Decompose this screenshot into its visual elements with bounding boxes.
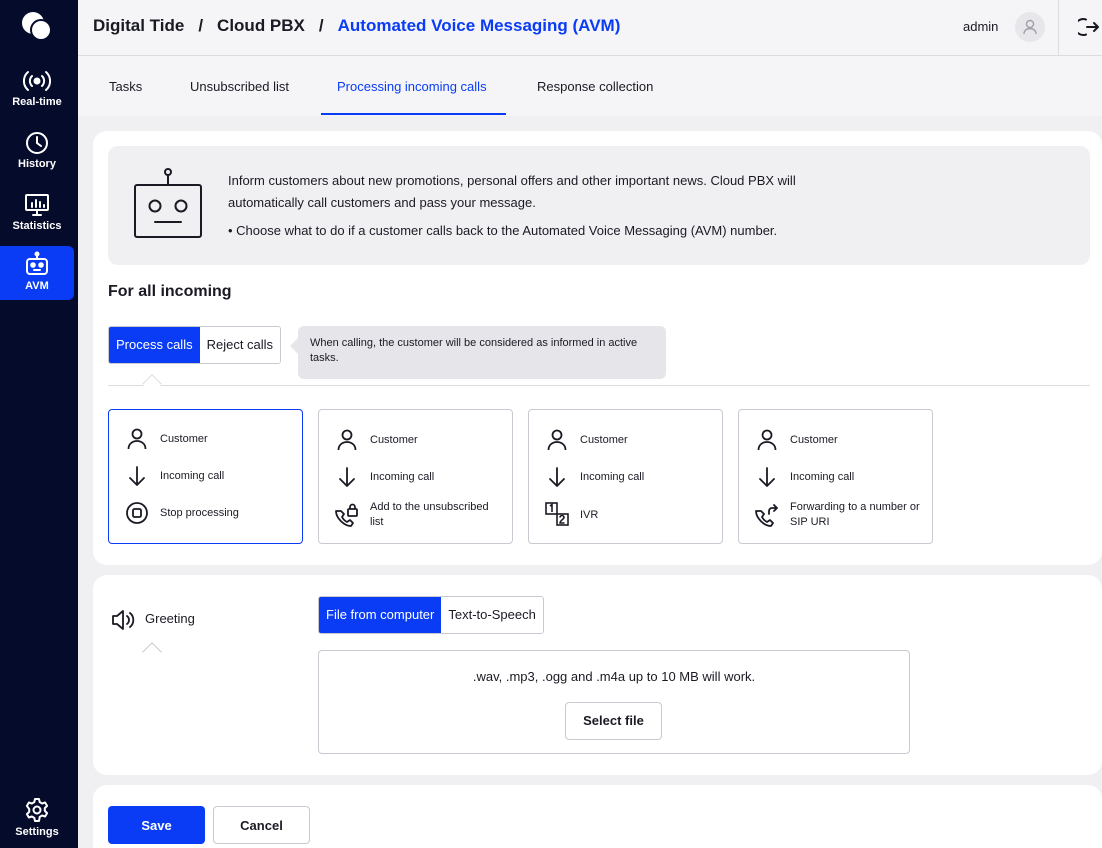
section-title: For all incoming: [108, 283, 232, 300]
realtime-icon: [23, 71, 51, 91]
tab-unsubscribed-list[interactable]: Unsubscribed list: [190, 79, 289, 94]
file-upload-area[interactable]: .wav, .mp3, .ogg and .m4a up to 10 MB wi…: [318, 650, 910, 754]
breadcrumb-separator: /: [198, 16, 204, 35]
text-to-speech-option[interactable]: Text-to-Speech: [441, 597, 543, 633]
flow-option-forwarding[interactable]: Customer Incoming call Forwarding to a n…: [738, 409, 933, 544]
page-title: Automated Voice Messaging (AVM): [337, 16, 621, 35]
save-button[interactable]: Save: [108, 806, 205, 844]
breadcrumb-separator: /: [318, 16, 324, 35]
tab-bar: Tasks Unsubscribed list Processing incom…: [78, 56, 1102, 116]
sidebar-item-realtime[interactable]: Real-time: [0, 64, 74, 120]
process-calls-option[interactable]: Process calls: [109, 327, 200, 363]
person-icon: [547, 429, 567, 451]
info-tooltip: When calling, the customer will be consi…: [290, 326, 666, 379]
sidebar-item-label: Real-time: [12, 96, 62, 108]
sidebar-item-label: Statistics: [12, 220, 62, 232]
arrow-down-icon: [759, 467, 775, 487]
flow-option-unsubscribe[interactable]: Customer Incoming call Add to the unsubs…: [318, 409, 513, 544]
sidebar-item-label: History: [18, 158, 56, 170]
sidebar-item-settings[interactable]: Settings: [0, 792, 74, 848]
header-divider: [1058, 0, 1059, 56]
header: Digital Tide / Cloud PBX / Automated Voice M…: [78, 0, 1102, 56]
phone-lock-icon: [335, 503, 358, 527]
sidebar-item-avm[interactable]: AVM: [0, 246, 74, 300]
flow-option-ivr[interactable]: Customer Incoming call IVR: [528, 409, 723, 544]
toggle-pointer: [142, 374, 162, 394]
flow-incoming-label: Incoming call: [370, 470, 435, 483]
tab-tasks[interactable]: Tasks: [109, 79, 142, 94]
breadcrumb-item[interactable]: Cloud PBX: [217, 16, 305, 35]
greeting-card: Greeting File from computer Text-to-Spee…: [93, 575, 1102, 775]
info-banner: Inform customers about new promotions, p…: [108, 146, 1090, 265]
divider: [108, 385, 1090, 386]
select-file-button[interactable]: Select file: [565, 702, 662, 740]
stop-icon: [126, 502, 148, 524]
flow-incoming-label: Incoming call: [790, 470, 855, 483]
statistics-icon: [25, 194, 49, 216]
flow-customer-label: Customer: [580, 433, 628, 446]
robot-icon: [26, 251, 48, 275]
sidebar-item-label: AVM: [25, 280, 49, 292]
reject-calls-option[interactable]: Reject calls: [199, 327, 281, 363]
info-text: Inform customers about new promotions, p…: [228, 173, 796, 210]
person-icon: [337, 429, 357, 451]
breadcrumb-item[interactable]: Digital Tide: [93, 16, 184, 35]
file-from-computer-option[interactable]: File from computer: [319, 597, 442, 633]
logout-icon[interactable]: [1078, 16, 1100, 38]
flow-action-label: Forwarding to a number or SIP URI: [790, 501, 920, 528]
robot-icon: [134, 168, 202, 238]
arrow-down-icon: [549, 467, 565, 487]
flow-customer-label: Customer: [160, 432, 208, 445]
flow-action-label: Stop processing: [160, 506, 239, 519]
flow-customer-label: Customer: [370, 433, 418, 446]
breadcrumb: Digital Tide / Cloud PBX / Automated Voice M…: [93, 16, 620, 36]
flow-customer-label: Customer: [790, 433, 838, 446]
ivr-icon: [545, 502, 569, 526]
user-icon: [1023, 19, 1037, 35]
footer-card: Save Cancel: [93, 785, 1102, 848]
sidebar-item-history[interactable]: History: [0, 126, 74, 182]
person-icon: [757, 429, 777, 451]
logo-icon: [22, 12, 52, 41]
toggle-pointer: [142, 642, 162, 662]
arrow-down-icon: [339, 467, 355, 487]
call-mode-toggle: Process calls Reject calls: [108, 326, 282, 364]
sidebar-item-label: Settings: [15, 826, 59, 838]
flow-incoming-label: Incoming call: [160, 469, 225, 482]
flow-option-stop[interactable]: Customer Incoming call Stop processing: [108, 409, 303, 544]
user-name[interactable]: admin: [963, 19, 998, 34]
sidebar-item-statistics[interactable]: Statistics: [0, 188, 74, 244]
clock-icon: [26, 132, 48, 154]
flow-action-label: IVR: [580, 508, 599, 521]
flow-incoming-label: Incoming call: [580, 470, 645, 483]
gear-icon: [25, 798, 49, 822]
phone-forward-icon: [755, 504, 778, 527]
info-bullet: • Choose what to do if a customer calls …: [228, 223, 778, 238]
greeting-source-toggle: File from computer Text-to-Speech: [318, 596, 544, 634]
arrow-down-icon: [129, 466, 145, 486]
sidebar: Real-time History Statistics AVM Setting…: [0, 0, 78, 848]
avatar[interactable]: [1015, 12, 1045, 42]
incoming-card: Inform customers about new promotions, p…: [93, 131, 1102, 565]
person-icon: [127, 428, 147, 450]
upload-hint: .wav, .mp3, .ogg and .m4a up to 10 MB wi…: [472, 669, 756, 684]
greeting-label: Greeting: [145, 611, 195, 626]
tab-processing-incoming-calls[interactable]: Processing incoming calls: [337, 79, 487, 94]
flow-action-label: Add to the unsubscribed list: [370, 501, 489, 528]
tab-active-indicator: [321, 113, 506, 115]
cancel-button[interactable]: Cancel: [213, 806, 310, 844]
tab-response-collection[interactable]: Response collection: [537, 79, 653, 94]
speaker-icon: [112, 610, 135, 630]
